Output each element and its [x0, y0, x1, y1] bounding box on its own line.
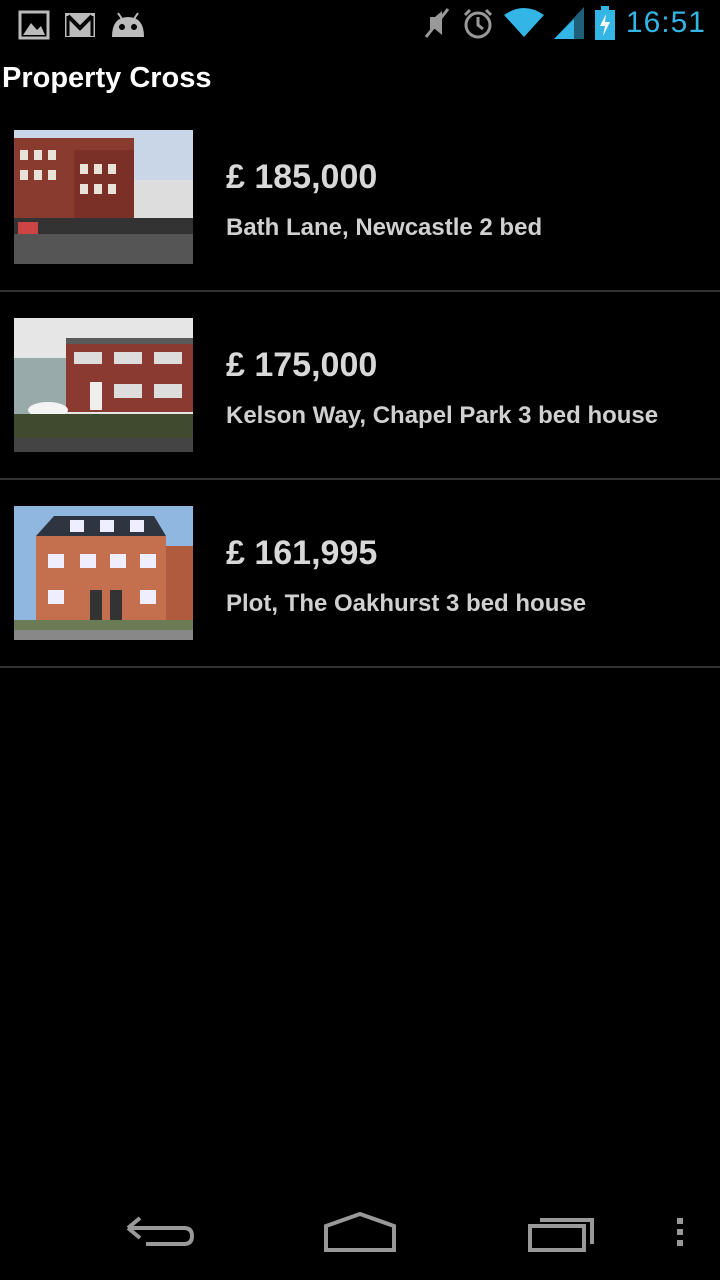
property-thumbnail — [14, 506, 193, 640]
signal-icon — [553, 7, 584, 39]
recent-apps-icon[interactable] — [526, 1210, 600, 1259]
listing-price: £ 175,000 — [226, 346, 378, 384]
gmail-icon — [64, 12, 96, 38]
battery-charging-icon — [594, 6, 616, 40]
property-list: £ 185,000 Bath Lane, Newcastle 2 bed £ 1… — [0, 104, 720, 668]
back-icon[interactable] — [124, 1210, 196, 1259]
list-item[interactable]: £ 185,000 Bath Lane, Newcastle 2 bed — [0, 104, 720, 292]
listing-title: Plot, The Oakhurst 3 bed house — [226, 590, 587, 617]
status-bar: 16:51 — [0, 0, 720, 50]
gallery-icon — [18, 10, 50, 40]
status-time: 16:51 — [625, 6, 706, 39]
listing-title: Kelson Way, Chapel Park 3 bed house — [226, 402, 659, 429]
listing-price: £ 161,995 — [226, 534, 378, 572]
wifi-icon — [503, 7, 544, 39]
list-item[interactable]: £ 175,000 Kelson Way, Chapel Park 3 bed … — [0, 292, 720, 480]
listing-title: Bath Lane, Newcastle 2 bed — [226, 214, 543, 241]
property-thumbnail — [14, 130, 193, 264]
navigation-bar — [0, 1190, 720, 1280]
mute-icon — [422, 7, 452, 39]
list-item[interactable]: £ 161,995 Plot, The Oakhurst 3 bed house — [0, 480, 720, 668]
android-icon — [110, 11, 146, 39]
listing-price: £ 185,000 — [226, 158, 378, 196]
overflow-menu-icon[interactable] — [674, 1210, 686, 1259]
home-icon[interactable] — [322, 1210, 398, 1259]
page-title: Property Cross — [2, 62, 212, 94]
alarm-icon — [462, 7, 494, 39]
property-thumbnail — [14, 318, 193, 452]
